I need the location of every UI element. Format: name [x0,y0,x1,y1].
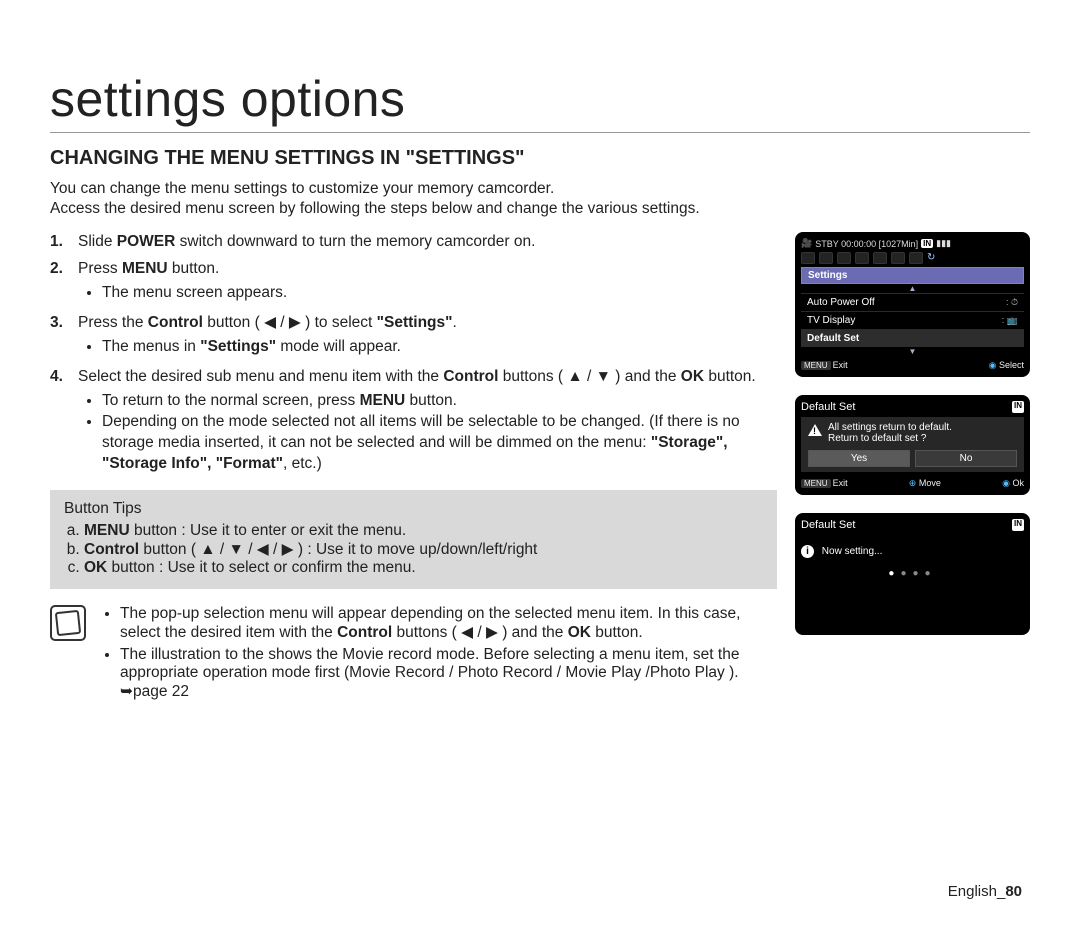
yes-button[interactable]: Yes [808,450,910,467]
status-text: STBY 00:00:00 [1027Min] [815,239,918,249]
tip-item: Control button ( ▲ / ▼ / ◀ / ▶ ) : Use i… [84,540,763,559]
note-icon [50,605,86,641]
no-button[interactable]: No [915,450,1017,467]
lcd-now-setting: Default Set IN i Now setting... ●●●● [795,513,1030,635]
dialog-title: Default Set [801,519,855,531]
menu-section-settings: Settings [801,267,1024,284]
note-box: The pop-up selection menu will appear de… [50,605,777,705]
mode-icon-row: ↻ [801,252,1024,264]
note-item: The illustration to the shows the Movie … [120,646,777,701]
step-item: 2.Press MENU button.The menu screen appe… [50,259,777,307]
dialog-title: Default Set [801,401,855,413]
dialog-msg-1: All settings return to default. [828,422,952,433]
rec-icon: 🎥 [801,238,812,249]
storage-badge: IN [921,239,933,248]
menu-item-default-set[interactable]: Default Set [801,329,1024,347]
progress-dots: ●●●● [801,568,1024,579]
lcd-default-set-confirm: Default Set IN All settings return to de… [795,395,1030,495]
step-item: 1.Slide POWER switch downward to turn th… [50,232,777,253]
steps-list: 1.Slide POWER switch downward to turn th… [50,232,777,478]
step-item: 4.Select the desired sub menu and menu i… [50,367,777,479]
now-setting-text: Now setting... [822,546,883,557]
button-tips-box: Button Tips MENU button : Use it to ente… [50,490,777,589]
warning-icon [808,424,822,436]
tip-item: MENU button : Use it to enter or exit th… [84,522,763,540]
menu-item-tv-display[interactable]: TV Display: 📺 [801,311,1024,329]
page-title: settings options [50,70,1030,133]
page-footer: English_80 [948,883,1022,900]
section-heading: CHANGING THE MENU SETTINGS IN "SETTINGS" [50,147,1030,170]
note-item: The pop-up selection menu will appear de… [120,605,777,642]
battery-icon: ▮▮▮ [936,238,951,249]
storage-badge: IN [1012,401,1024,413]
menu-item-auto-power-off[interactable]: Auto Power Off: ⏱ [801,293,1024,311]
step-item: 3.Press the Control button ( ◀ / ▶ ) to … [50,313,777,361]
storage-badge: IN [1012,519,1024,531]
tips-title: Button Tips [64,500,763,518]
intro-text: You can change the menu settings to cust… [50,180,1030,218]
dialog-msg-2: Return to default set ? [828,433,952,444]
lcd-settings-menu: 🎥 STBY 00:00:00 [1027Min] IN ▮▮▮ ↻ Setti… [795,232,1030,377]
info-icon: i [801,545,814,558]
tip-item: OK button : Use it to select or confirm … [84,559,763,577]
